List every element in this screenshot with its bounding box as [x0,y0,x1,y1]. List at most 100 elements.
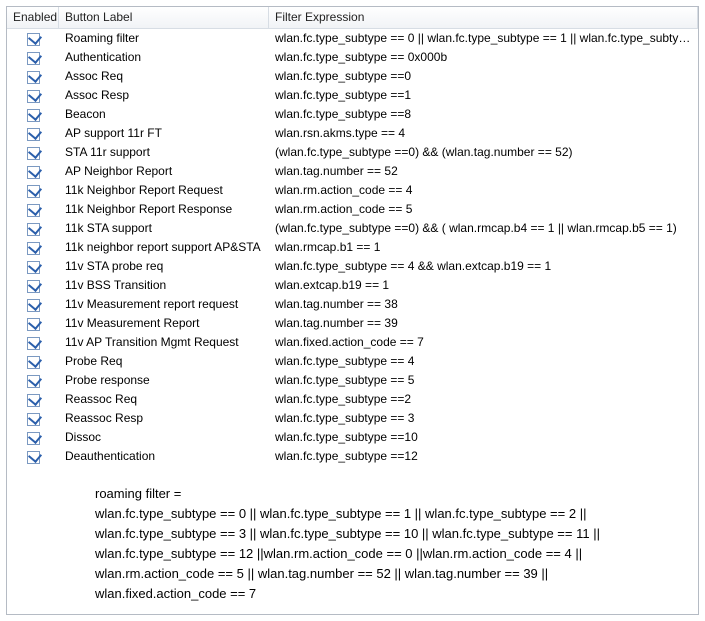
cell-button-label: AP Neighbor Report [59,162,269,181]
table-row[interactable]: AP support 11r FTwlan.rsn.akms.type == 4 [7,124,698,143]
column-header-enabled[interactable]: Enabled [7,7,59,28]
enabled-checkbox[interactable] [27,90,40,103]
cell-enabled [7,29,59,48]
table-row[interactable]: 11v Measurement Reportwlan.tag.number ==… [7,314,698,333]
cell-filter-expression: wlan.fc.type_subtype == 0x000b [269,48,698,67]
cell-button-label: AP support 11r FT [59,124,269,143]
cell-button-label: 11k STA support [59,219,269,238]
table-row[interactable]: Assoc Respwlan.fc.type_subtype ==1 [7,86,698,105]
cell-filter-expression: wlan.fc.type_subtype ==1 [269,86,698,105]
table-row[interactable]: Reassoc Respwlan.fc.type_subtype == 3 [7,409,698,428]
table-row[interactable]: Probe responsewlan.fc.type_subtype == 5 [7,371,698,390]
table-row[interactable]: Roaming filterwlan.fc.type_subtype == 0 … [7,29,698,48]
table-row[interactable]: AP Neighbor Reportwlan.tag.number == 52 [7,162,698,181]
enabled-checkbox[interactable] [27,394,40,407]
table-row[interactable]: 11k Neighbor Report Requestwlan.rm.actio… [7,181,698,200]
cell-button-label: 11v Measurement report request [59,295,269,314]
cell-button-label: 11k Neighbor Report Request [59,181,269,200]
cell-enabled [7,162,59,181]
cell-filter-expression: wlan.fc.type_subtype ==8 [269,105,698,124]
enabled-checkbox[interactable] [27,375,40,388]
notes-line: wlan.fc.type_subtype == 3 || wlan.fc.typ… [95,524,688,544]
table-row[interactable]: Deauthenticationwlan.fc.type_subtype ==1… [7,447,698,466]
cell-enabled [7,181,59,200]
cell-button-label: Assoc Resp [59,86,269,105]
enabled-checkbox[interactable] [27,109,40,122]
enabled-checkbox[interactable] [27,71,40,84]
enabled-checkbox[interactable] [27,223,40,236]
cell-enabled [7,143,59,162]
cell-button-label: Beacon [59,105,269,124]
enabled-checkbox[interactable] [27,299,40,312]
cell-enabled [7,447,59,466]
cell-enabled [7,48,59,67]
cell-enabled [7,390,59,409]
notes-line: wlan.fixed.action_code == 7 [95,584,688,604]
cell-enabled [7,257,59,276]
enabled-checkbox[interactable] [27,432,40,445]
table-row[interactable]: Probe Reqwlan.fc.type_subtype == 4 [7,352,698,371]
cell-filter-expression: wlan.fc.type_subtype ==0 [269,67,698,86]
cell-enabled [7,67,59,86]
cell-enabled [7,200,59,219]
enabled-checkbox[interactable] [27,261,40,274]
cell-filter-expression: wlan.tag.number == 52 [269,162,698,181]
cell-filter-expression: wlan.rsn.akms.type == 4 [269,124,698,143]
cell-button-label: Assoc Req [59,67,269,86]
table-row[interactable]: STA 11r support(wlan.fc.type_subtype ==0… [7,143,698,162]
cell-enabled [7,219,59,238]
enabled-checkbox[interactable] [27,147,40,160]
filter-buttons-panel: Enabled Button Label Filter Expression R… [6,6,699,615]
notes-line: wlan.fc.type_subtype == 0 || wlan.fc.typ… [95,504,688,524]
table-row[interactable]: 11v AP Transition Mgmt Requestwlan.fixed… [7,333,698,352]
enabled-checkbox[interactable] [27,33,40,46]
cell-enabled [7,86,59,105]
table-row[interactable]: 11v STA probe reqwlan.fc.type_subtype ==… [7,257,698,276]
enabled-checkbox[interactable] [27,52,40,65]
cell-filter-expression: wlan.fc.type_subtype == 0 || wlan.fc.typ… [269,29,698,48]
table-row[interactable]: Dissocwlan.fc.type_subtype ==10 [7,428,698,447]
table-row[interactable]: 11k Neighbor Report Responsewlan.rm.acti… [7,200,698,219]
enabled-checkbox[interactable] [27,242,40,255]
column-header-filter[interactable]: Filter Expression [269,7,698,28]
table-row[interactable]: 11k STA support(wlan.fc.type_subtype ==0… [7,219,698,238]
cell-button-label: Probe Req [59,352,269,371]
cell-enabled [7,371,59,390]
table-row[interactable]: 11v Measurement report requestwlan.tag.n… [7,295,698,314]
table-row[interactable]: Reassoc Reqwlan.fc.type_subtype ==2 [7,390,698,409]
cell-button-label: Deauthentication [59,447,269,466]
enabled-checkbox[interactable] [27,280,40,293]
cell-enabled [7,314,59,333]
enabled-checkbox[interactable] [27,166,40,179]
cell-button-label: Dissoc [59,428,269,447]
cell-filter-expression: wlan.fixed.action_code == 7 [269,333,698,352]
enabled-checkbox[interactable] [27,356,40,369]
column-header-label[interactable]: Button Label [59,7,269,28]
cell-filter-expression: wlan.fc.type_subtype == 4 && wlan.extcap… [269,257,698,276]
cell-enabled [7,124,59,143]
cell-filter-expression: wlan.rm.action_code == 4 [269,181,698,200]
enabled-checkbox[interactable] [27,128,40,141]
cell-filter-expression: wlan.extcap.b19 == 1 [269,276,698,295]
enabled-checkbox[interactable] [27,337,40,350]
enabled-checkbox[interactable] [27,185,40,198]
table-row[interactable]: 11k neighbor report support AP&STAwlan.r… [7,238,698,257]
cell-filter-expression: wlan.fc.type_subtype == 4 [269,352,698,371]
table-row[interactable]: Authenticationwlan.fc.type_subtype == 0x… [7,48,698,67]
table-row[interactable]: Beaconwlan.fc.type_subtype ==8 [7,105,698,124]
cell-filter-expression: wlan.tag.number == 38 [269,295,698,314]
cell-enabled [7,333,59,352]
enabled-checkbox[interactable] [27,413,40,426]
column-header-row: Enabled Button Label Filter Expression [7,7,698,29]
cell-enabled [7,409,59,428]
cell-enabled [7,105,59,124]
cell-button-label: Reassoc Req [59,390,269,409]
cell-filter-expression: wlan.tag.number == 39 [269,314,698,333]
enabled-checkbox[interactable] [27,318,40,331]
table-row[interactable]: Assoc Reqwlan.fc.type_subtype ==0 [7,67,698,86]
enabled-checkbox[interactable] [27,451,40,464]
table-row[interactable]: 11v BSS Transitionwlan.extcap.b19 == 1 [7,276,698,295]
cell-filter-expression: wlan.fc.type_subtype ==10 [269,428,698,447]
enabled-checkbox[interactable] [27,204,40,217]
cell-filter-expression: wlan.fc.type_subtype ==12 [269,447,698,466]
